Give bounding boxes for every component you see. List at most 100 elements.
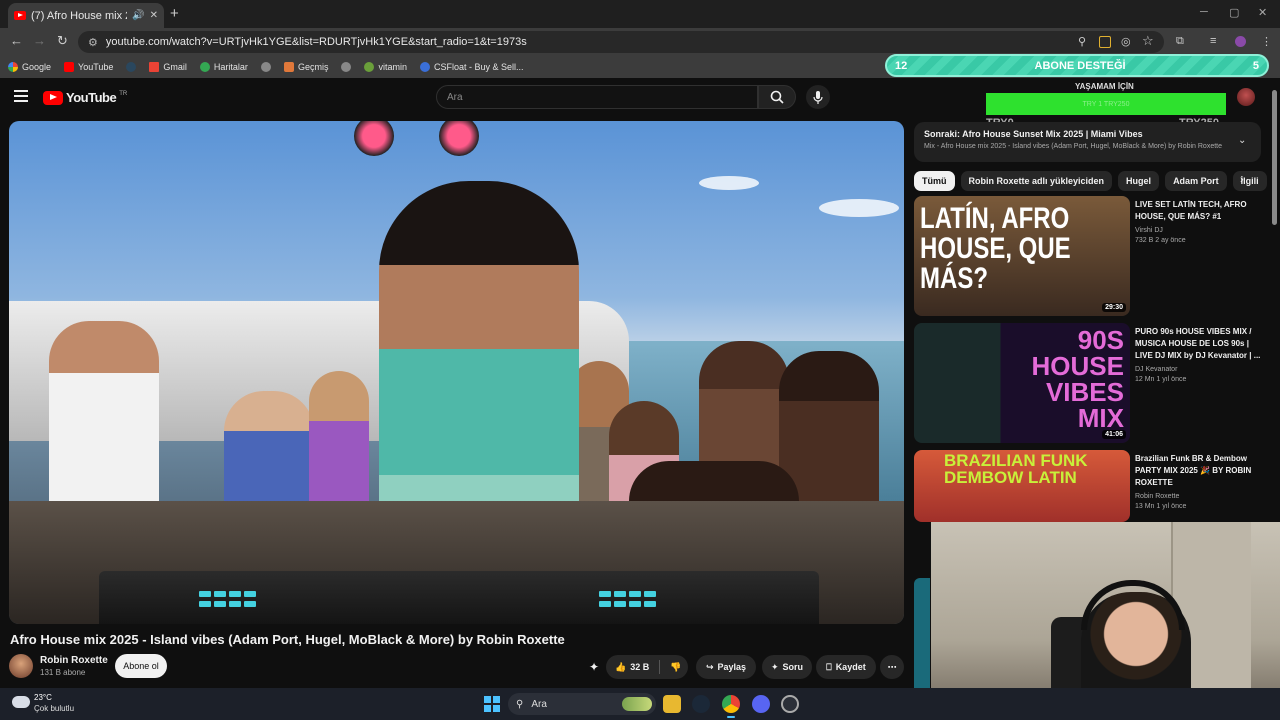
cloud-icon[interactable] [12, 696, 30, 708]
thumbnail-text: BRAZILIAN FUNK DEMBOW LATIN [944, 451, 1088, 487]
channel-name[interactable]: Robin Roxette [1135, 493, 1261, 500]
chip-all[interactable]: Tümü [914, 171, 955, 191]
bookmark-history[interactable]: Geçmiş [283, 62, 328, 72]
hamburger-menu-icon[interactable] [14, 90, 28, 105]
youtube-favicon-icon [14, 11, 26, 20]
minimize-button[interactable]: ─ [1200, 6, 1208, 18]
address-bar[interactable]: ⚙ youtube.com/watch?v=URTjvHk1YGE&list=R… [78, 31, 1164, 53]
voice-search-button[interactable] [806, 85, 830, 109]
bookmark-maps[interactable]: Haritalar [199, 62, 248, 72]
filter-chips: Tümü Robin Roxette adlı yükleyiciden Hug… [914, 171, 1267, 191]
pad [629, 601, 641, 607]
search-input[interactable]: Ara [436, 85, 758, 109]
thumbs-down-icon: 👎 [670, 661, 682, 672]
video-meta: 732 B 2 ay önce [1135, 237, 1186, 244]
pad [599, 591, 611, 597]
forward-button[interactable]: → [33, 33, 46, 48]
chrome-icon[interactable] [722, 695, 740, 713]
youtube-icon [64, 62, 75, 72]
search-button[interactable] [758, 85, 796, 109]
channel-name[interactable]: Robin Roxette [40, 655, 108, 666]
recommended-video[interactable]: LATÍN, AFRO HOUSE, QUE MÁS? 29:30 LIVE S… [914, 196, 1264, 316]
bookmark-google[interactable]: Google [8, 62, 51, 72]
video-thumbnail[interactable]: LATÍN, AFRO HOUSE, QUE MÁS? 29:30 [914, 196, 1130, 316]
maximize-button[interactable]: ▢ [1229, 6, 1239, 19]
like-button[interactable]: 👍 32 B [615, 662, 649, 673]
site-settings-icon[interactable]: ⚙ [88, 36, 98, 49]
page-scrollbar[interactable] [1272, 90, 1277, 225]
speaker-icon[interactable]: 🔊 [132, 10, 144, 21]
video-title[interactable]: Brazilian Funk BR & Dembow PARTY MIX 202… [1135, 453, 1261, 489]
steam-icon [126, 62, 137, 72]
headset [1081, 580, 1185, 630]
share-arrow-icon: ↪ [705, 661, 714, 672]
bookmark-vitamin[interactable]: vitamin [364, 62, 407, 72]
up-next-panel[interactable]: Sonraki: Afro House Sunset Mix 2025 | Mi… [914, 122, 1261, 162]
bookmark-gmail[interactable]: Gmail [149, 62, 187, 72]
back-button[interactable]: ← [10, 33, 23, 48]
weather-description[interactable]: Çok bulutlu [34, 704, 74, 713]
close-window-button[interactable]: ✕ [1258, 6, 1267, 19]
more-actions-button[interactable]: ⋯ [880, 655, 904, 679]
video-title[interactable]: PURO 90s HOUSE VIBES MIX / MUSICA HOUSE … [1135, 326, 1261, 362]
bookmark-csfloat[interactable]: CSFloat - Buy & Sell... [419, 62, 524, 72]
file-explorer-icon[interactable] [663, 695, 681, 713]
save-button[interactable]: ⎕ Kaydet [816, 655, 876, 679]
kebab-menu-icon[interactable]: ⋮ [1261, 35, 1272, 48]
bookmark-globe-2[interactable] [341, 62, 352, 72]
like-count: 32 B [630, 662, 650, 672]
taskbar-search[interactable]: ⚲ Ara [508, 693, 656, 715]
chip-uploader[interactable]: Robin Roxette adlı yükleyiciden [960, 171, 1113, 191]
youtube-logo[interactable]: YouTube TR [43, 90, 127, 105]
video-thumbnail[interactable]: 90S HOUSE VIBES MIX 41:06 [914, 323, 1130, 443]
channel-name[interactable]: Virshi DJ [1135, 227, 1261, 234]
weather-temperature[interactable]: 23°C [34, 693, 52, 702]
pad [199, 591, 211, 597]
chevron-right-icon[interactable]: › [1240, 174, 1244, 186]
donation-progress-bar: TRY 1 TRY250 [986, 93, 1226, 115]
browser-tab[interactable]: (7) Afro House mix 2025 - I 🔊 ✕ [8, 3, 164, 28]
bookmark-globe[interactable] [260, 62, 271, 72]
share-button[interactable]: ↪ Paylaş [696, 655, 756, 679]
account-avatar[interactable] [1237, 88, 1255, 106]
close-tab-icon[interactable]: ✕ [150, 10, 158, 21]
media-controls-icon[interactable]: ≡ [1210, 35, 1216, 47]
discord-icon[interactable] [752, 695, 770, 713]
recommended-video[interactable]: BRAZILIAN FUNK DEMBOW LATIN Brazilian Fu… [914, 450, 1264, 522]
eye-off-icon[interactable]: ◎ [1121, 35, 1131, 48]
chip-adam-port[interactable]: Adam Port [1165, 171, 1227, 191]
globe-icon [260, 62, 271, 72]
zoom-icon[interactable]: ⚲ [1078, 35, 1086, 48]
app-icon[interactable] [781, 695, 799, 713]
cloud [819, 199, 899, 217]
chip-hugel[interactable]: Hugel [1118, 171, 1160, 191]
channel-name[interactable]: DJ Kevanator [1135, 366, 1261, 373]
hype-icon[interactable]: ✦ [589, 660, 599, 674]
goal-right-number: 5 [1252, 59, 1259, 72]
dislike-button[interactable]: 👎 [670, 662, 681, 673]
download-icon[interactable] [1099, 36, 1111, 48]
chip-related[interactable]: İlgili [1232, 171, 1267, 191]
bookmark-star-icon[interactable]: ☆ [1142, 33, 1154, 49]
video-thumbnail[interactable]: BRAZILIAN FUNK DEMBOW LATIN [914, 450, 1130, 522]
like-dislike-group: 👍 32 B 👎 [606, 655, 688, 679]
active-app-indicator [727, 716, 735, 718]
video-title[interactable]: LIVE SET LATİN TECH, AFRO HOUSE, QUE MÁS… [1135, 199, 1261, 223]
recommended-video[interactable]: 90S HOUSE VIBES MIX 41:06 PURO 90s HOUSE… [914, 323, 1264, 443]
bookmark-youtube[interactable]: YouTube [64, 62, 113, 72]
chevron-down-icon[interactable]: ⌄ [1238, 135, 1246, 146]
subscribe-button[interactable]: Abone ol [115, 654, 167, 678]
windows-start-icon[interactable] [484, 696, 500, 712]
bookmark-icon: ⎕ [826, 661, 832, 672]
profile-icon[interactable] [1235, 36, 1246, 47]
new-tab-button[interactable]: + [170, 5, 179, 22]
bookmark-steam[interactable] [126, 62, 137, 72]
channel-avatar[interactable] [9, 654, 33, 678]
extensions-icon[interactable]: ⧉ [1176, 35, 1184, 48]
ask-button[interactable]: ✦ Soru [762, 655, 812, 679]
tab-title: (7) Afro House mix 2025 - I [31, 9, 127, 22]
steam-icon[interactable] [692, 695, 710, 713]
reload-button[interactable]: ↻ [57, 33, 68, 49]
video-player[interactable] [9, 121, 904, 624]
google-icon [8, 62, 18, 72]
